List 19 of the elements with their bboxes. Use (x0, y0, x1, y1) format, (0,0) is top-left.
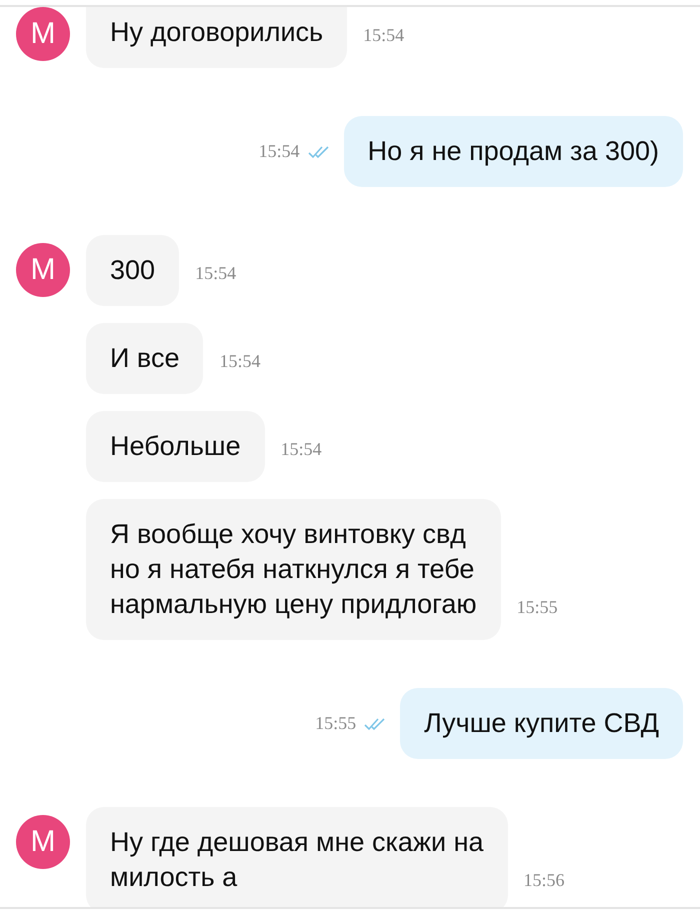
message-time: 15:55 (315, 713, 356, 734)
message-time: 15:54 (280, 439, 322, 460)
message-time: 15:55 (516, 597, 558, 618)
message-bubble: Ну где дешовая мне скажи на милость а (86, 807, 508, 907)
message-time: 15:54 (258, 141, 300, 162)
message-time: 15:54 (219, 351, 260, 372)
message-bubble: 300 (86, 235, 180, 306)
message-bubble: Лучше купите СВД (400, 688, 683, 759)
message-bubble: Ну договорились (86, 7, 348, 68)
message-bubble: И все (86, 323, 204, 394)
avatar[interactable]: М (16, 243, 70, 297)
message-time: 15:54 (363, 25, 404, 46)
message-bubble: Но я не продам за 300) (344, 116, 683, 187)
message-bubble: Я вообще хочу винтовку свд но я натебя наткнулся я тебе нармальную цену придлогаю (86, 499, 501, 640)
avatar[interactable]: М (16, 815, 70, 869)
message-time: 15:56 (524, 870, 565, 891)
message-bubble: Небольше (86, 411, 265, 482)
message-time: 15:54 (195, 263, 236, 284)
avatar[interactable]: М (16, 7, 70, 61)
